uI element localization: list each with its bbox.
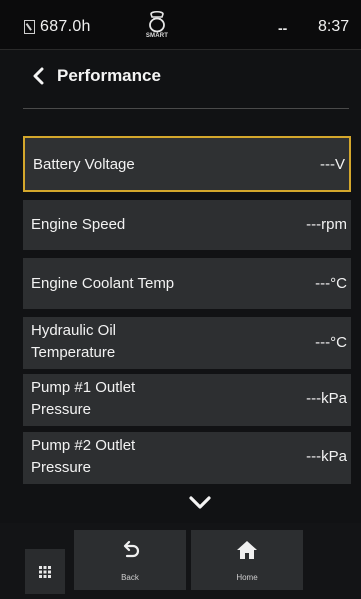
list-item-pump-2-outlet-pressure[interactable]: Pump #2 Outlet Pressure ---kPa [23, 432, 351, 484]
row-value: ---rpm [306, 216, 347, 233]
row-value: ---kPa [306, 448, 347, 465]
smart-label: SMART [145, 33, 169, 39]
home-button-label: Home [236, 573, 258, 582]
menu-button[interactable] [25, 549, 65, 594]
row-value: ---kPa [306, 390, 347, 407]
list-item-engine-speed[interactable]: Engine Speed ---rpm [23, 200, 351, 250]
grid-menu-icon [39, 566, 51, 578]
title-divider [23, 108, 349, 109]
status-bar: 687.0h SMART -- 8:37 [0, 0, 361, 50]
list-item-engine-coolant-temp[interactable]: Engine Coolant Temp ---°C [23, 258, 351, 309]
clock: 8:37 [318, 18, 350, 35]
row-value: ---°C [315, 275, 347, 292]
hour-meter-value: 687.0h [40, 18, 91, 35]
list-item-pump-1-outlet-pressure[interactable]: Pump #1 Outlet Pressure ---kPa [23, 374, 351, 426]
row-label-line2: Pressure [31, 401, 92, 418]
row-label: Pump #1 Outlet [31, 379, 136, 396]
page-title: Performance [57, 66, 161, 85]
home-icon [237, 541, 257, 559]
list-item-hydraulic-oil-temperature[interactable]: Hydraulic Oil Temperature ---°C [23, 317, 351, 369]
row-label-line2: Pressure [31, 459, 92, 476]
row-value: ---°C [315, 334, 347, 351]
row-label: Pump #2 Outlet [31, 437, 136, 454]
row-label: Engine Speed [31, 216, 126, 233]
back-nav[interactable]: Performance [30, 62, 161, 90]
row-label-line2: Temperature [31, 344, 116, 361]
home-button[interactable]: Home [191, 530, 303, 590]
list-item-battery-voltage[interactable]: Battery Voltage ---V [23, 136, 351, 192]
back-button-label: Back [121, 573, 139, 582]
back-button[interactable]: Back [74, 530, 186, 590]
row-value: ---V [320, 156, 345, 173]
undo-arrow-icon [123, 540, 140, 558]
row-label: Hydraulic Oil [31, 322, 117, 339]
row-label: Engine Coolant Temp [31, 275, 175, 292]
hour-meter-icon [24, 20, 35, 34]
chevron-left-icon [33, 67, 44, 85]
connectivity-status: -- [278, 20, 288, 36]
row-label: Battery Voltage [33, 156, 135, 173]
chevron-down-icon[interactable] [188, 493, 212, 513]
display-screen: 687.0h SMART -- 8:37 Performance Battery… [0, 0, 361, 599]
